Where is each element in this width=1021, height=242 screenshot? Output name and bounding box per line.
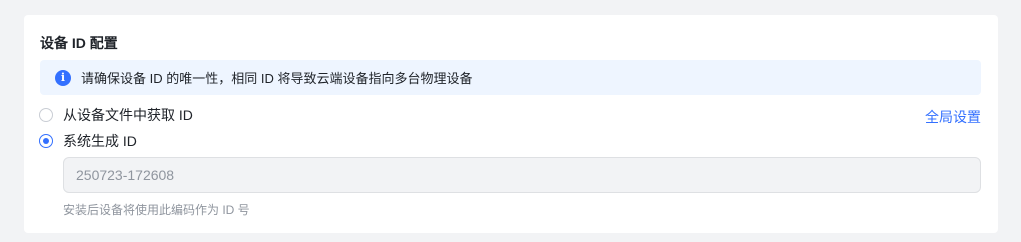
section-title: 设备 ID 配置: [40, 35, 118, 51]
option-system-generated[interactable]: 系统生成 ID: [39, 132, 137, 150]
radio-from-device-file[interactable]: [39, 108, 53, 122]
radio-system-generated[interactable]: [39, 134, 53, 148]
option-label: 从设备文件中获取 ID: [63, 107, 193, 123]
id-hint-text: 安装后设备将使用此编码作为 ID 号: [63, 203, 250, 217]
global-settings-link[interactable]: 全局设置: [925, 107, 981, 127]
device-id-config-card: 设备 ID 配置 i 请确保设备 ID 的唯一性，相同 ID 将导致云端设备指向…: [24, 15, 998, 233]
option-from-device-file[interactable]: 从设备文件中获取 ID: [39, 106, 193, 124]
option-label: 系统生成 ID: [63, 133, 137, 149]
notice-text: 请确保设备 ID 的唯一性，相同 ID 将导致云端设备指向多台物理设备: [81, 71, 473, 86]
device-id-input[interactable]: [63, 157, 981, 193]
info-icon: i: [55, 69, 71, 86]
uniqueness-notice: i 请确保设备 ID 的唯一性，相同 ID 将导致云端设备指向多台物理设备: [40, 60, 981, 95]
